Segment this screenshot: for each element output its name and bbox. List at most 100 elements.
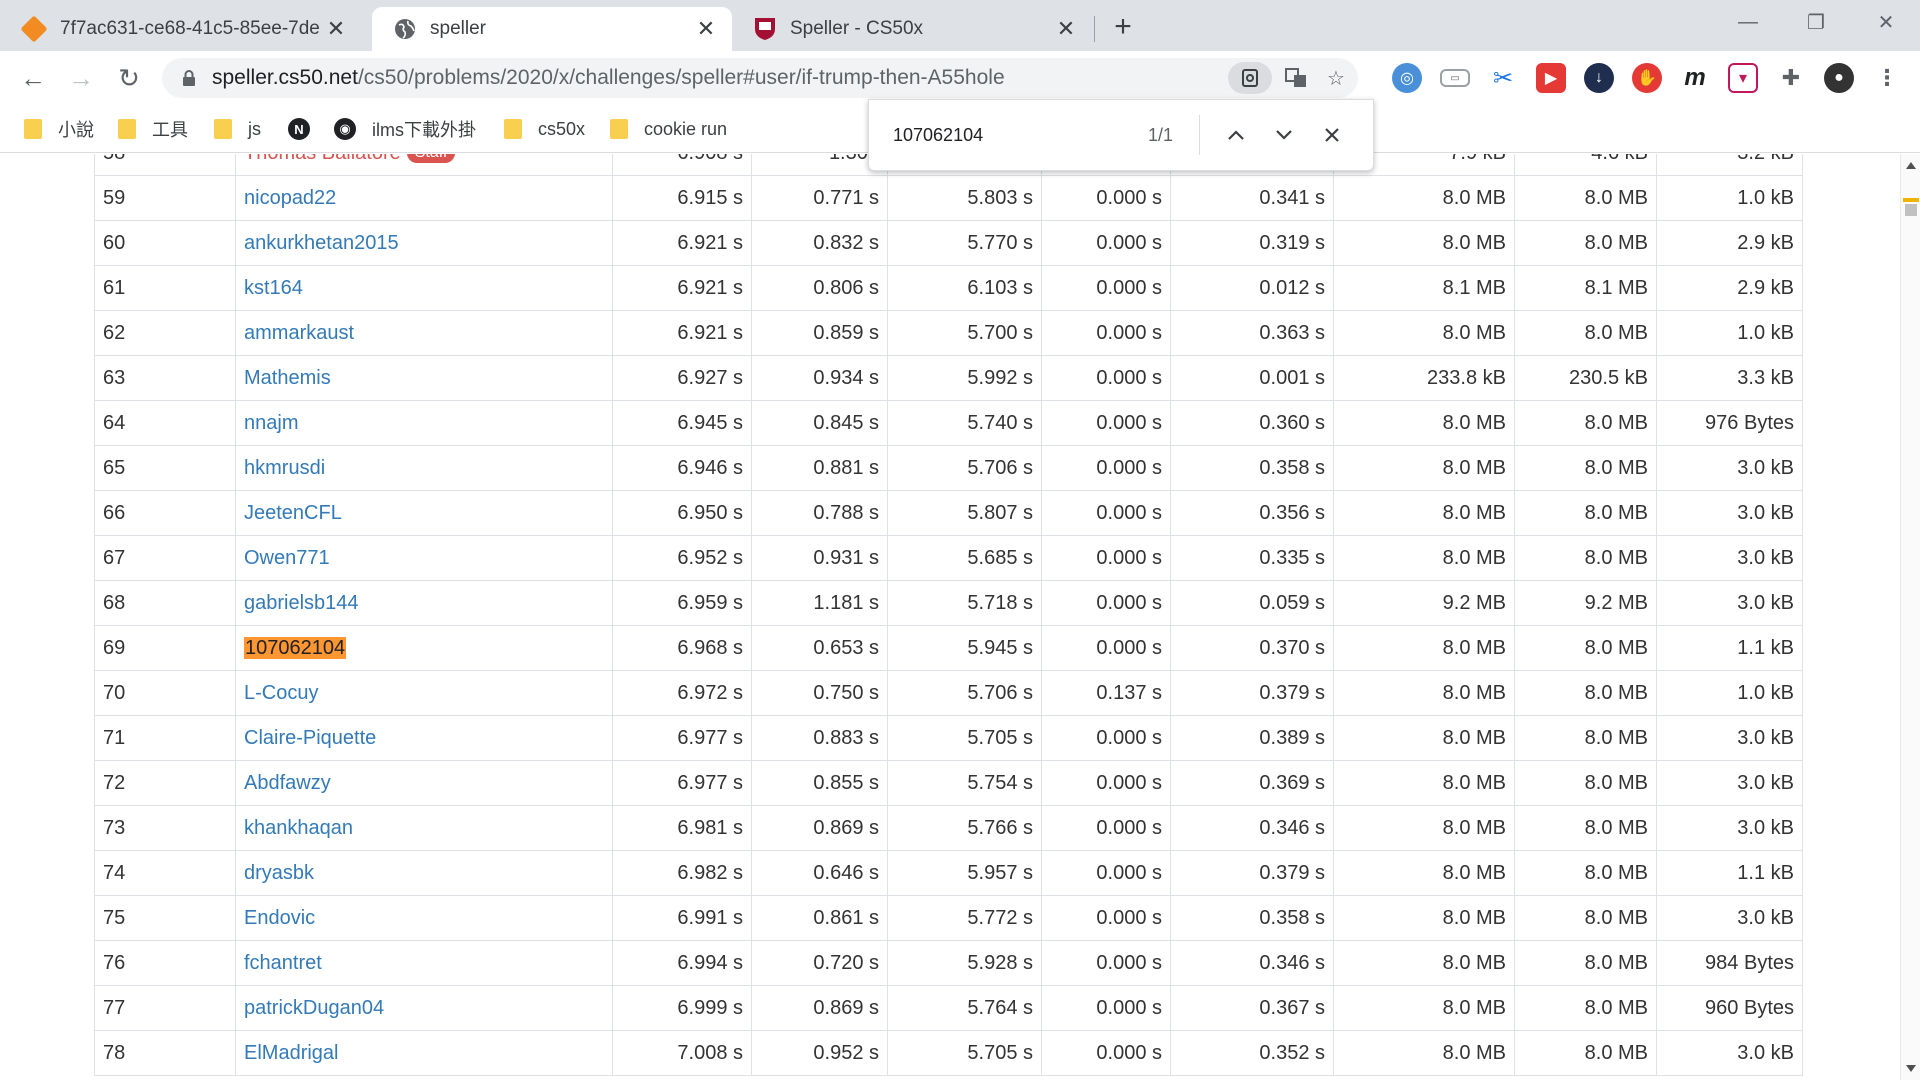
username-link[interactable]: kst164 xyxy=(244,277,303,299)
url-host: speller.cs50.net xyxy=(212,66,358,89)
close-icon[interactable] xyxy=(1312,115,1352,155)
time-total-cell: 6.908 s xyxy=(612,154,752,176)
puzzle-icon[interactable]: ✚ xyxy=(1776,63,1806,93)
back-button[interactable]: ← xyxy=(16,61,50,95)
download-icon[interactable]: ↓ xyxy=(1584,63,1614,93)
github-icon: ◉ xyxy=(334,118,356,140)
find-in-page-icon[interactable] xyxy=(1228,62,1272,94)
minimize-button[interactable]: — xyxy=(1718,0,1778,44)
find-input[interactable]: 107062104 xyxy=(893,125,1113,146)
username-link-find-highlight[interactable]: 107062104 xyxy=(244,636,347,659)
time-check-cell: 5.945 s xyxy=(887,625,1042,671)
time-check-cell: 5.992 s xyxy=(887,355,1042,401)
username-link[interactable]: JeetenCFL xyxy=(244,502,342,524)
time-total-cell: 6.972 s xyxy=(612,670,752,716)
menu-icon[interactable]: ⋮ xyxy=(1872,63,1902,93)
username-link[interactable]: fchantret xyxy=(244,952,322,974)
tab-cube[interactable]: 7f7ac631-ce68-41c5-85ee-7de ✕ xyxy=(0,7,362,51)
close-icon[interactable]: ✕ xyxy=(324,16,348,41)
size-cell: 1.1 kB xyxy=(1656,850,1803,896)
address-bar[interactable]: speller.cs50.net/cs50/problems/2020/x/ch… xyxy=(162,58,1358,98)
username-link[interactable]: dryasbk xyxy=(244,862,314,884)
size-cell: 3.0 kB xyxy=(1656,715,1803,761)
username-link[interactable]: Mathemis xyxy=(244,367,331,389)
time-size-cell: 0.000 s xyxy=(1041,490,1171,536)
username-link[interactable]: ammarkaust xyxy=(244,322,354,344)
video-icon[interactable]: ▶ xyxy=(1536,63,1566,93)
chevron-down-icon[interactable] xyxy=(1264,115,1304,155)
username-link[interactable]: Abdfawzy xyxy=(244,772,331,794)
username-link[interactable]: hkmrusdi xyxy=(244,457,325,479)
bookmark-tools[interactable]: 工具 xyxy=(118,115,188,143)
username-link[interactable]: ankurkhetan2015 xyxy=(244,232,399,254)
adblock-icon[interactable]: ✋ xyxy=(1632,63,1662,93)
time-size-cell: 0.000 s xyxy=(1041,760,1171,806)
translate-icon[interactable] xyxy=(1280,62,1312,94)
close-window-button[interactable]: ✕ xyxy=(1856,0,1916,44)
username-link[interactable]: L-Cocuy xyxy=(244,682,318,704)
vertical-scrollbar[interactable] xyxy=(1900,154,1920,1080)
tab-speller-cs50x[interactable]: Speller - CS50x ✕ xyxy=(732,7,1092,51)
user-cell: L-Cocuy xyxy=(235,670,613,716)
url-text[interactable]: speller.cs50.net/cs50/problems/2020/x/ch… xyxy=(212,66,1005,90)
time-check-cell: 5.766 s xyxy=(887,805,1042,851)
tab-speller[interactable]: speller ✕ xyxy=(372,7,732,51)
star-icon[interactable]: ☆ xyxy=(1320,62,1352,94)
scrollbar-thumb[interactable] xyxy=(1905,204,1917,216)
folder-icon xyxy=(214,119,232,139)
bookmark-cookie-run[interactable]: cookie run xyxy=(610,115,727,143)
bookmark-label: cookie run xyxy=(644,118,728,139)
time-size-cell: 0.000 s xyxy=(1041,895,1171,941)
new-tab-button[interactable]: + xyxy=(1106,10,1140,44)
bookmark-novel[interactable]: 小說 xyxy=(24,115,94,143)
scissors-icon[interactable]: ✂ xyxy=(1488,63,1518,93)
folder-icon xyxy=(118,119,136,139)
time-load-cell: 0.881 s xyxy=(751,445,888,491)
rank-cell: 73 xyxy=(94,805,236,851)
username-link[interactable]: gabrielsb144 xyxy=(244,592,359,614)
username-link[interactable]: Claire-Piquette xyxy=(244,727,376,749)
bookmark-js[interactable]: js xyxy=(214,115,261,143)
chevron-up-icon[interactable] xyxy=(1216,115,1256,155)
username-link[interactable]: Owen771 xyxy=(244,547,330,569)
memory-heap-cell: 8.0 MB xyxy=(1333,670,1515,716)
username-link[interactable]: nicopad22 xyxy=(244,187,336,209)
memory-heap-cell: 8.0 MB xyxy=(1333,310,1515,356)
username-link[interactable]: patrickDugan04 xyxy=(244,997,384,1019)
scroll-up-icon[interactable] xyxy=(1906,162,1916,169)
username-link[interactable]: khankhaqan xyxy=(244,817,353,839)
username-link[interactable]: Endovic xyxy=(244,907,315,929)
time-unload-cell: 0.370 s xyxy=(1170,625,1334,671)
time-check-cell: 5.700 s xyxy=(887,310,1042,356)
username-link[interactable]: ElMadrigal xyxy=(244,1042,338,1064)
memory-peak-cell: 8.0 MB xyxy=(1514,1030,1657,1076)
forward-button[interactable]: → xyxy=(64,61,98,95)
close-icon[interactable]: ✕ xyxy=(1054,16,1078,41)
bookmark-icon[interactable]: ▾ xyxy=(1728,63,1758,93)
avatar-icon[interactable]: ● xyxy=(1824,63,1854,93)
time-size-cell: 0.000 s xyxy=(1041,175,1171,221)
time-size-cell: 0.000 s xyxy=(1041,715,1171,761)
bookmark-notion[interactable]: N xyxy=(288,115,326,143)
username-link[interactable]: nnajm xyxy=(244,412,298,434)
tab-title: Speller - CS50x xyxy=(790,18,924,39)
tab-separator xyxy=(1094,16,1095,42)
m-icon[interactable]: m xyxy=(1680,63,1710,93)
restore-button[interactable]: ❐ xyxy=(1786,0,1846,44)
bookmark-cs50x[interactable]: cs50x xyxy=(504,115,585,143)
memory-peak-cell: 8.0 MB xyxy=(1514,670,1657,716)
table-row: 66 JeetenCFL 6.950 s 0.788 s 5.807 s 0.000 s0… xyxy=(94,490,1803,536)
ticket-icon[interactable]: ▭ xyxy=(1440,69,1470,87)
memory-peak-cell: 8.0 MB xyxy=(1514,625,1657,671)
owl-icon[interactable]: ◎ xyxy=(1392,63,1422,93)
time-check-cell: 5.685 s xyxy=(887,535,1042,581)
scroll-down-icon[interactable] xyxy=(1906,1065,1916,1072)
time-load-cell: 0.750 s xyxy=(751,670,888,716)
close-icon[interactable]: ✕ xyxy=(694,16,718,41)
reload-button[interactable]: ↻ xyxy=(112,61,146,95)
time-unload-cell: 0.358 s xyxy=(1170,895,1334,941)
bookmark-ilms[interactable]: ◉ ilms下載外掛 xyxy=(334,115,476,143)
time-load-cell: 0.952 s xyxy=(751,1030,888,1076)
username-link[interactable]: Thomas Ballatore xyxy=(244,154,401,164)
table-row: 77 patrickDugan04 6.999 s 0.869 s 5.764 s 0.0… xyxy=(94,985,1803,1031)
